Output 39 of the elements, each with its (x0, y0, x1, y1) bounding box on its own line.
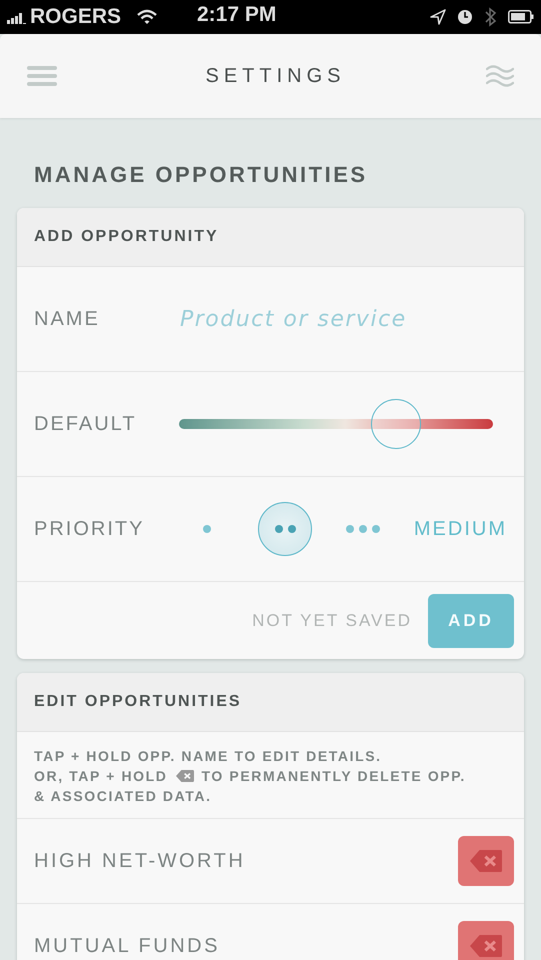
opportunity-name[interactable]: MUTUAL FUNDS (34, 934, 220, 958)
card-title: ADD OPPORTUNITY (34, 228, 219, 246)
menu-button[interactable] (27, 66, 57, 86)
bluetooth-icon (484, 7, 497, 27)
waves-button[interactable] (486, 64, 514, 88)
menu-icon (27, 66, 57, 86)
delete-icon (176, 770, 194, 782)
dots-icon (274, 525, 296, 533)
card-title: EDIT OPPORTUNITIES (34, 693, 242, 711)
field-label: PRIORITY (34, 518, 146, 540)
priority-option[interactable] (258, 502, 312, 556)
clock-time: 2:17 PM (197, 3, 276, 27)
dots-icon (346, 525, 380, 533)
delete-icon (470, 850, 502, 872)
help-text: & ASSOCIATED DATA. (34, 787, 213, 806)
opportunity-name[interactable]: HIGH NET-WORTH (34, 850, 246, 872)
name-field[interactable]: Product or service (180, 306, 480, 332)
clock-icon (457, 9, 473, 25)
add-button[interactable]: ADD (428, 594, 514, 648)
help-text: TO PERMANENTLY DELETE OPP. (202, 767, 466, 786)
waves-icon (486, 64, 514, 88)
slider-track[interactable] (179, 399, 493, 449)
delete-button[interactable] (458, 836, 514, 886)
field-label: NAME (34, 308, 101, 330)
delete-icon (470, 935, 502, 957)
battery-icon (508, 10, 534, 24)
page-title: SETTINGS (205, 64, 346, 88)
carrier-name: ROGERS (30, 5, 122, 29)
save-status: NOT YET SAVED (252, 610, 412, 630)
section-heading: MANAGE OPPORTUNITIES (34, 162, 369, 189)
help-text: OR, TAP + HOLD (34, 767, 168, 786)
slider-thumb[interactable] (370, 399, 421, 449)
dots-icon (203, 525, 211, 533)
delete-button[interactable] (458, 921, 514, 960)
help-text: TAP + HOLD OPP. NAME TO EDIT DETAILS. (34, 747, 383, 766)
priority-value: MEDIUM (412, 518, 507, 540)
wifi-icon (137, 9, 158, 25)
field-label: DEFAULT (34, 412, 138, 436)
location-arrow-icon (430, 9, 446, 25)
